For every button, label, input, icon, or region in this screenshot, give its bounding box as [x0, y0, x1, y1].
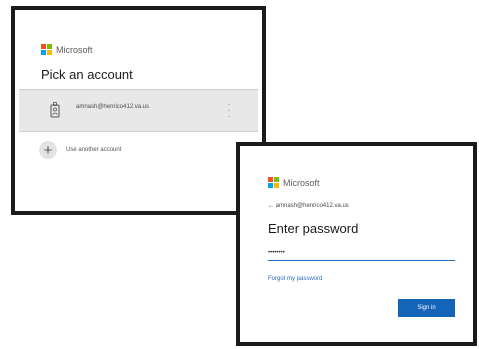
account-option[interactable]: amnash@henrico412.va.us · · ·: [19, 89, 258, 132]
enter-password-dialog: Microsoft ← amnash@henrico412.va.us Ente…: [236, 142, 477, 346]
enter-password-title: Enter password: [268, 221, 359, 236]
use-another-account-label: Use another account: [66, 147, 122, 153]
account-email: amnash@henrico412.va.us: [76, 104, 150, 110]
microsoft-wordmark: Microsoft: [283, 177, 320, 188]
pick-account-dialog: Microsoft Pick an account amnash@henrico…: [11, 6, 266, 215]
pick-account-title: Pick an account: [41, 67, 133, 82]
sign-in-button[interactable]: Sign in: [398, 299, 455, 317]
password-field[interactable]: [268, 246, 455, 261]
plus-icon: +: [39, 141, 57, 159]
back-email: amnash@henrico412.va.us: [275, 203, 349, 209]
person-badge-icon: [50, 102, 60, 118]
microsoft-wordmark: Microsoft: [56, 44, 93, 55]
forgot-password-link[interactable]: Forgot my password: [268, 276, 322, 282]
microsoft-logo-icon: [41, 44, 52, 55]
more-options-icon[interactable]: · · ·: [226, 100, 232, 121]
back-to-account[interactable]: ← amnash@henrico412.va.us: [268, 203, 349, 209]
use-another-account-option[interactable]: + Use another account: [39, 139, 121, 161]
microsoft-logo-icon: [268, 177, 279, 188]
microsoft-logo: Microsoft: [268, 177, 320, 188]
back-arrow-icon: ←: [268, 203, 274, 209]
microsoft-logo: Microsoft: [41, 44, 93, 55]
